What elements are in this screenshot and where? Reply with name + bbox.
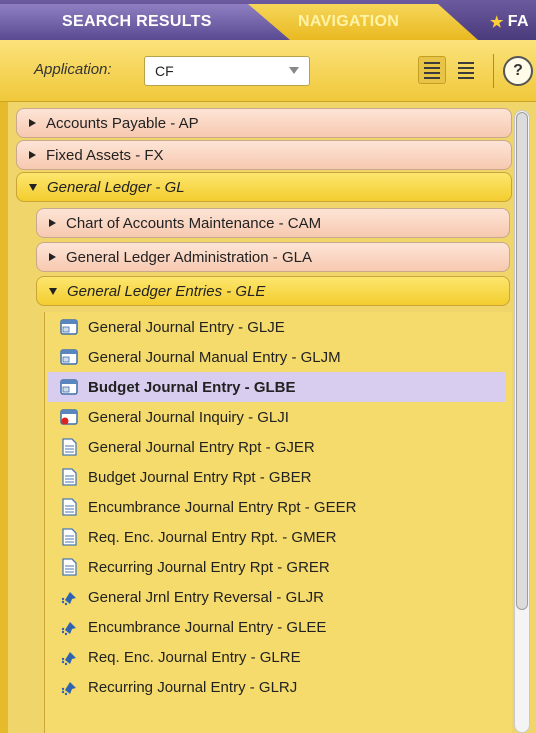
tree-node-general-ledger[interactable]: General Ledger - GL bbox=[16, 172, 512, 202]
report-icon bbox=[60, 498, 78, 516]
list-item-glje[interactable]: General Journal Entry - GLJE bbox=[48, 312, 506, 342]
list-item-glbe[interactable]: Budget Journal Entry - GLBE bbox=[48, 372, 506, 402]
list-item-label: General Journal Entry - GLJE bbox=[88, 318, 285, 336]
tree-node-label: General Ledger Administration - GLA bbox=[66, 248, 312, 266]
list-item-gljm[interactable]: General Journal Manual Entry - GLJM bbox=[48, 342, 506, 372]
list-item-gmer[interactable]: Req. Enc. Journal Entry Rpt. - GMER bbox=[48, 522, 506, 552]
list-item-grer[interactable]: Recurring Journal Entry Rpt - GRER bbox=[48, 552, 506, 582]
list-item-label: Recurring Journal Entry - GLRJ bbox=[88, 678, 298, 696]
list-item-label: General Journal Entry Rpt - GJER bbox=[88, 438, 315, 456]
help-icon: ? bbox=[513, 62, 523, 79]
tab-navigation-label: NAVIGATION bbox=[298, 13, 400, 30]
list-item-label: General Jrnl Entry Reversal - GLJR bbox=[88, 588, 324, 606]
caret-right-icon bbox=[49, 253, 56, 261]
vertical-scrollbar[interactable] bbox=[514, 110, 530, 733]
caret-right-icon bbox=[49, 219, 56, 227]
tab-search-results-label: SEARCH RESULTS bbox=[62, 13, 212, 30]
list-item-glre[interactable]: Req. Enc. Journal Entry - GLRE bbox=[48, 642, 506, 672]
application-label: Application: bbox=[34, 61, 112, 78]
tree-node-label: General Ledger Entries - GLE bbox=[67, 282, 266, 300]
list-item-label: Encumbrance Journal Entry Rpt - GEER bbox=[88, 498, 357, 516]
align-right-button[interactable] bbox=[452, 56, 480, 84]
caret-down-icon bbox=[49, 287, 57, 295]
star-icon: ★ bbox=[490, 14, 504, 31]
caret-right-icon bbox=[29, 119, 36, 127]
align-left-button[interactable] bbox=[418, 56, 446, 84]
process-icon bbox=[60, 588, 78, 606]
process-icon bbox=[60, 678, 78, 696]
tree-node-gl-entries[interactable]: General Ledger Entries - GLE bbox=[36, 276, 510, 306]
list-item-gber[interactable]: Budget Journal Entry Rpt - GBER bbox=[48, 462, 506, 492]
tree-node-label: General Ledger - GL bbox=[47, 178, 185, 196]
inquiry-form-icon bbox=[60, 408, 78, 426]
navigation-tree: Accounts Payable - AP Fixed Assets - FX … bbox=[0, 102, 536, 733]
form-icon bbox=[60, 348, 78, 366]
list-item-glee[interactable]: Encumbrance Journal Entry - GLEE bbox=[48, 612, 506, 642]
list-item-label: Encumbrance Journal Entry - GLEE bbox=[88, 618, 327, 636]
help-button[interactable]: ? bbox=[503, 56, 533, 86]
list-item-label: General Journal Inquiry - GLJI bbox=[88, 408, 289, 426]
list-item-glji[interactable]: General Journal Inquiry - GLJI bbox=[48, 402, 506, 432]
tree-node-label: Fixed Assets - FX bbox=[46, 146, 164, 164]
tree-node-gl-administration[interactable]: General Ledger Administration - GLA bbox=[36, 242, 510, 272]
toolbar-divider bbox=[493, 54, 494, 88]
tree-node-label: Accounts Payable - AP bbox=[46, 114, 199, 132]
list-item-gjer[interactable]: General Journal Entry Rpt - GJER bbox=[48, 432, 506, 462]
tab-bar: SEARCH RESULTS NAVIGATION ★ FA bbox=[0, 0, 536, 40]
form-icon bbox=[60, 318, 78, 336]
chevron-down-icon bbox=[289, 67, 299, 74]
caret-down-icon bbox=[29, 183, 37, 191]
list-item-geer[interactable]: Encumbrance Journal Entry Rpt - GEER bbox=[48, 492, 506, 522]
list-item-label: Recurring Journal Entry Rpt - GRER bbox=[88, 558, 330, 576]
scrollbar-thumb[interactable] bbox=[516, 112, 528, 610]
list-item-label: General Journal Manual Entry - GLJM bbox=[88, 348, 341, 366]
process-icon bbox=[60, 618, 78, 636]
list-item-label: Req. Enc. Journal Entry Rpt. - GMER bbox=[88, 528, 337, 546]
caret-right-icon bbox=[29, 151, 36, 159]
toolbar: Application: CF ? bbox=[0, 40, 536, 102]
tree-node-accounts-payable[interactable]: Accounts Payable - AP bbox=[16, 108, 512, 138]
list-item-glrj[interactable]: Recurring Journal Entry - GLRJ bbox=[48, 672, 506, 702]
process-icon bbox=[60, 648, 78, 666]
report-icon bbox=[60, 438, 78, 456]
tree-node-chart-of-accounts[interactable]: Chart of Accounts Maintenance - CAM bbox=[36, 208, 510, 238]
list-item-label: Budget Journal Entry - GLBE bbox=[88, 378, 296, 396]
align-left-icon bbox=[424, 61, 440, 64]
list-item-label: Budget Journal Entry Rpt - GBER bbox=[88, 468, 312, 486]
list-item-gljr[interactable]: General Jrnl Entry Reversal - GLJR bbox=[48, 582, 506, 612]
align-right-icon bbox=[458, 61, 474, 64]
list-item-label: Req. Enc. Journal Entry - GLRE bbox=[88, 648, 301, 666]
application-select-value: CF bbox=[155, 63, 174, 79]
tab-favorites-label: FA bbox=[507, 13, 529, 30]
report-icon bbox=[60, 468, 78, 486]
tree-node-fixed-assets[interactable]: Fixed Assets - FX bbox=[16, 140, 512, 170]
form-icon bbox=[60, 378, 78, 396]
tree-node-label: Chart of Accounts Maintenance - CAM bbox=[66, 214, 322, 232]
report-icon bbox=[60, 528, 78, 546]
report-icon bbox=[60, 558, 78, 576]
application-select[interactable]: CF bbox=[144, 56, 310, 86]
tab-favorites[interactable]: ★ FA bbox=[470, 4, 536, 40]
